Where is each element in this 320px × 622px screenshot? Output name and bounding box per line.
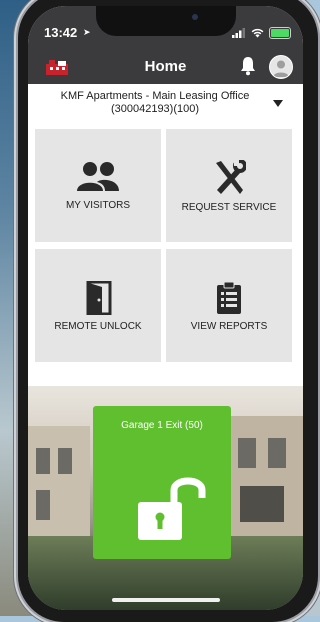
tile-label: REQUEST SERVICE xyxy=(181,202,277,213)
home-indicator xyxy=(112,598,220,602)
people-icon xyxy=(77,162,119,191)
page-title: Home xyxy=(144,58,187,75)
tile-view-reports[interactable]: VIEW REPORTS xyxy=(166,249,292,362)
dropdown-caret-icon[interactable] xyxy=(273,100,283,107)
tile-my-visitors[interactable]: MY VISITORS xyxy=(35,129,161,242)
wifi-icon xyxy=(251,28,264,38)
window xyxy=(58,448,72,474)
tools-icon xyxy=(216,160,246,194)
window xyxy=(268,438,286,468)
battery-icon xyxy=(269,27,291,39)
profile-avatar[interactable] xyxy=(269,55,293,79)
unlocked-padlock-icon xyxy=(138,477,206,540)
app-screen: 13:42 ➤ Home KMF Apartments - Main Leasi… xyxy=(28,6,303,610)
app-header: 13:42 ➤ Home xyxy=(28,6,303,84)
unlock-label: Garage 1 Exit (50) xyxy=(121,420,203,431)
door-icon xyxy=(86,281,112,315)
building-left xyxy=(28,426,90,546)
status-bar: 13:42 ➤ xyxy=(28,6,303,50)
status-time: 13:42 xyxy=(44,25,78,40)
system-icons xyxy=(232,27,291,39)
tile-label: REMOTE UNLOCK xyxy=(54,321,142,332)
building-right xyxy=(228,416,303,546)
notification-bell-icon[interactable] xyxy=(239,56,257,76)
window xyxy=(36,448,50,474)
camera-dot xyxy=(192,14,198,20)
location-arrow-icon: ➤ xyxy=(83,27,91,37)
property-name-line1: KMF Apartments - Main Leasing Office xyxy=(60,90,250,102)
property-code: (300042193)(100) xyxy=(110,103,200,115)
property-name: KMF Apartments - Main Leasing Office (30… xyxy=(50,90,260,116)
window xyxy=(238,438,256,468)
tile-request-service[interactable]: REQUEST SERVICE xyxy=(166,129,292,242)
signal-icon xyxy=(232,28,245,38)
property-selector[interactable]: KMF Apartments - Main Leasing Office (30… xyxy=(28,84,303,122)
user-icon xyxy=(273,60,289,77)
tile-label: MY VISITORS xyxy=(65,200,131,211)
tile-remote-unlock[interactable]: REMOTE UNLOCK xyxy=(35,249,161,362)
nav-row: Home xyxy=(28,52,303,82)
window xyxy=(240,486,284,522)
tile-label: VIEW REPORTS xyxy=(190,321,268,332)
notch xyxy=(96,6,236,36)
clipboard-icon xyxy=(217,281,241,314)
garage-unlock-button[interactable]: Garage 1 Exit (50) xyxy=(93,406,231,559)
window xyxy=(36,490,50,520)
